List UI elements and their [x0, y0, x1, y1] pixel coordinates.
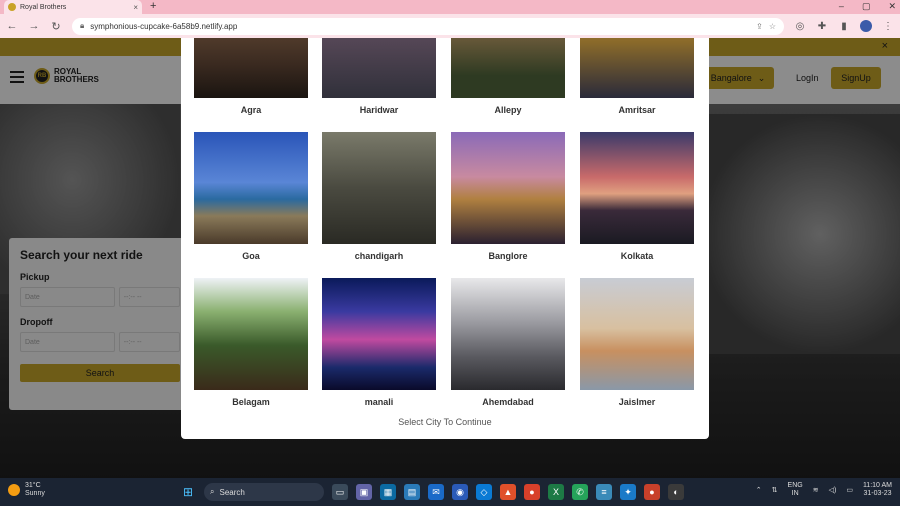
- wifi-icon[interactable]: ≋: [813, 486, 819, 494]
- window-controls: – ▢ ✕: [839, 0, 896, 13]
- lock-icon[interactable]: 🔒︎: [80, 21, 84, 31]
- site-favicon-icon: [8, 3, 16, 11]
- obs-icon[interactable]: ◐: [668, 484, 684, 500]
- city-card[interactable]: Banglore: [451, 132, 565, 261]
- goa-photo: [194, 132, 308, 244]
- browser-tab[interactable]: Royal Brothers ×: [4, 0, 142, 14]
- city-name: Goa: [242, 251, 260, 261]
- browser-toolbar: ← → ↻ 🔒︎ symphonious-cupcake-6a58b9.netl…: [0, 14, 900, 38]
- task-view-icon[interactable]: ▭: [332, 484, 348, 500]
- amritsar-photo: [580, 38, 694, 98]
- city-card[interactable]: Agra: [194, 38, 308, 115]
- app-blue-icon[interactable]: ✦: [620, 484, 636, 500]
- brave-icon[interactable]: ▲: [500, 484, 516, 500]
- photos-icon[interactable]: ▤: [404, 484, 420, 500]
- browser-tab-strip: Royal Brothers × + – ▢ ✕: [0, 0, 900, 14]
- taskbar-search-label: Search: [219, 487, 245, 497]
- forward-icon[interactable]: →: [28, 20, 40, 32]
- banglore-photo: [451, 132, 565, 244]
- city-card[interactable]: Jaislmer: [580, 278, 694, 407]
- city-card[interactable]: Belagam: [194, 278, 308, 407]
- belagam-photo: [194, 278, 308, 390]
- chrome-dev-icon[interactable]: ●: [644, 484, 660, 500]
- tab-title: Royal Brothers: [20, 3, 67, 11]
- city-name: Belagam: [232, 397, 270, 407]
- city-name: Ahemdabad: [482, 397, 534, 407]
- allepy-photo: [451, 38, 565, 98]
- bookmark-star-icon[interactable]: ☆: [769, 22, 776, 31]
- file-explorer-icon[interactable]: ▦: [380, 484, 396, 500]
- mail-icon[interactable]: ✉: [428, 484, 444, 500]
- city-card[interactable]: chandigarh: [322, 132, 436, 261]
- menu-kebab-icon[interactable]: ⋮: [882, 21, 894, 32]
- city-name: Jaislmer: [618, 397, 656, 407]
- new-tab-button[interactable]: +: [150, 0, 156, 13]
- whatsapp-icon[interactable]: ✆: [572, 484, 588, 500]
- windows-taskbar: 31°C Sunny ⊞ ⌕ Search ▭ ▣ ▦ ▤ ✉ ◉ ◇ ▲ ● X…: [0, 478, 900, 506]
- start-windows-icon[interactable]: ⊞: [180, 484, 196, 500]
- taskbar-apps: ⊞ ⌕ Search ▭ ▣ ▦ ▤ ✉ ◉ ◇ ▲ ● X ✆ ≡ ✦ ● ◐: [180, 483, 684, 501]
- taskbar-search[interactable]: ⌕ Search: [204, 483, 324, 501]
- chrome-icon[interactable]: ●: [524, 484, 540, 500]
- city-card[interactable]: Kolkata: [580, 132, 694, 261]
- city-select-modal: Agra Haridwar Allepy Amritsar Goa chandi…: [181, 38, 709, 439]
- weather-condition: Sunny: [25, 490, 45, 497]
- language-indicator[interactable]: ENG IN: [788, 482, 803, 498]
- page-viewport: × RB ROYAL BROTHERS Bangalore ⌄ LogIn Sig…: [0, 38, 900, 478]
- modal-footer-text: Select City To Continue: [398, 417, 492, 427]
- share-icon[interactable]: ⇪: [756, 22, 763, 31]
- jaislmer-photo: [580, 278, 694, 390]
- notepad-icon[interactable]: ≡: [596, 484, 612, 500]
- tab-close-icon[interactable]: ×: [133, 3, 138, 12]
- temperature: 31°C: [25, 482, 41, 489]
- city-name: Kolkata: [620, 251, 654, 261]
- city-card[interactable]: Goa: [194, 132, 308, 261]
- kolkata-photo: [580, 132, 694, 244]
- sidebar-icon[interactable]: ▮: [838, 21, 850, 32]
- chandigarh-photo: [322, 132, 436, 244]
- minimize-button[interactable]: –: [839, 0, 844, 13]
- city-name: Allepy: [494, 105, 522, 115]
- system-tray: ⌃ ⇅ ENG IN ≋ ◁) ▭ 11:10 AM 31-03-23: [756, 482, 892, 498]
- battery-icon[interactable]: ▭: [846, 486, 853, 494]
- profile-avatar[interactable]: [860, 20, 872, 32]
- city-name: chandigarh: [354, 251, 404, 261]
- city-name: manali: [364, 397, 394, 407]
- network-icon[interactable]: ⇅: [772, 486, 778, 494]
- city-name: Amritsar: [618, 105, 656, 115]
- city-name: Agra: [240, 105, 262, 115]
- vscode-icon[interactable]: ◇: [476, 484, 492, 500]
- chevron-up-icon[interactable]: ⌃: [756, 486, 762, 494]
- city-name: Banglore: [488, 251, 528, 261]
- reload-icon[interactable]: ↻: [50, 20, 62, 33]
- ahemdabad-photo: [451, 278, 565, 390]
- app-icon[interactable]: ◉: [452, 484, 468, 500]
- agra-photo: [194, 38, 308, 98]
- extension-icon[interactable]: ◎: [794, 21, 806, 32]
- city-card[interactable]: Ahemdabad: [451, 278, 565, 407]
- teams-icon[interactable]: ▣: [356, 484, 372, 500]
- city-card[interactable]: Amritsar: [580, 38, 694, 115]
- close-window-button[interactable]: ✕: [888, 0, 896, 13]
- city-card[interactable]: Allepy: [451, 38, 565, 115]
- back-icon[interactable]: ←: [6, 20, 18, 32]
- city-name: Haridwar: [359, 105, 399, 115]
- sun-icon: [8, 484, 20, 496]
- system-clock[interactable]: 11:10 AM 31-03-23: [863, 482, 892, 498]
- search-icon: ⌕: [210, 487, 215, 496]
- maximize-button[interactable]: ▢: [862, 0, 871, 13]
- city-card[interactable]: manali: [322, 278, 436, 407]
- address-bar[interactable]: 🔒︎ symphonious-cupcake-6a58b9.netlify.ap…: [72, 17, 784, 35]
- haridwar-photo: [322, 38, 436, 98]
- weather-widget[interactable]: 31°C Sunny: [8, 482, 45, 498]
- puzzle-icon[interactable]: ✚: [816, 21, 828, 32]
- volume-icon[interactable]: ◁): [829, 486, 837, 494]
- manali-photo: [322, 278, 436, 390]
- city-card[interactable]: Haridwar: [322, 38, 436, 115]
- excel-icon[interactable]: X: [548, 484, 564, 500]
- url-text: symphonious-cupcake-6a58b9.netlify.app: [90, 21, 238, 31]
